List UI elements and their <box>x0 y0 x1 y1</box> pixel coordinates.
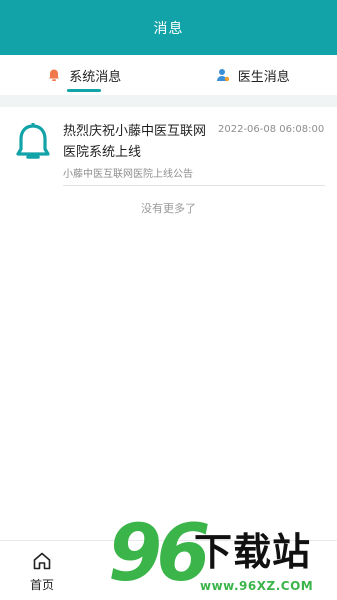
home-icon <box>33 552 51 570</box>
nav-home-button[interactable]: 首页 <box>22 551 62 593</box>
tab-bar: 系统消息 医生消息 <box>0 55 337 95</box>
doctor-user-icon <box>216 69 229 82</box>
list-item[interactable]: 热烈庆祝小藤中医互联网医院系统上线 2022-06-08 06:08:00 小藤… <box>0 107 337 188</box>
tab-doctor-messages[interactable]: 医生消息 <box>169 55 337 95</box>
watermark-number: 96 <box>108 509 211 599</box>
watermark-url: www.96XZ.COM <box>200 579 314 593</box>
message-time: 2022-06-08 06:08:00 <box>218 124 325 135</box>
tab-system-messages[interactable]: 系统消息 <box>0 55 169 95</box>
message-title: 热烈庆祝小藤中医互联网医院系统上线 <box>63 124 207 160</box>
section-divider <box>0 95 337 107</box>
message-summary: 小藤中医互联网医院上线公告 <box>63 169 193 180</box>
list-end-text: 没有更多了 <box>141 202 196 215</box>
bell-outline-icon <box>16 123 50 159</box>
app-header: 消息 <box>0 0 337 55</box>
nav-home-label: 首页 <box>29 578 54 592</box>
tab-label: 系统消息 <box>69 69 122 85</box>
bell-icon <box>49 69 60 81</box>
watermark-text: 下载站 <box>194 530 312 574</box>
divider <box>63 185 325 186</box>
watermark-logo: 96 下载站 www.96XZ.COM <box>108 511 337 600</box>
tab-label: 医生消息 <box>237 69 290 85</box>
page-title: 消息 <box>153 20 184 37</box>
